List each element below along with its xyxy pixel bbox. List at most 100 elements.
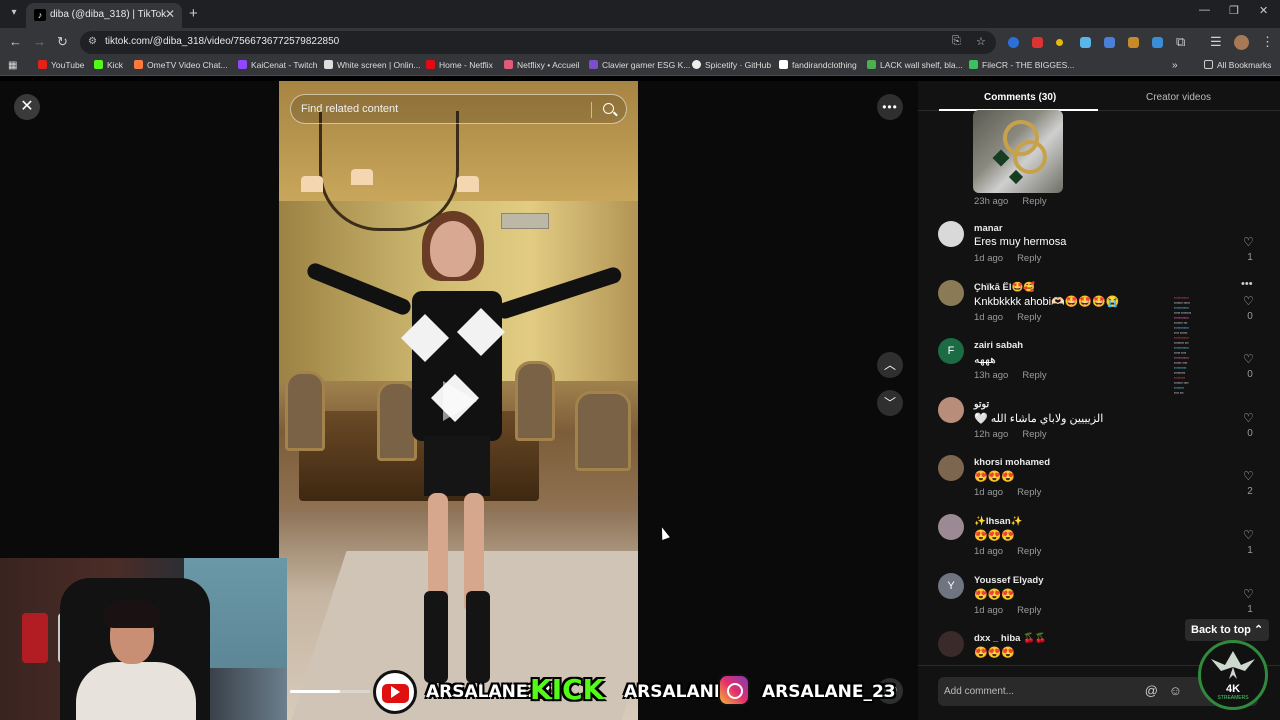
avatar[interactable] (938, 280, 964, 306)
search-icon[interactable] (603, 103, 614, 114)
reply-button[interactable]: Reply (1017, 487, 1041, 498)
bookmark-item[interactable]: FileCR - THE BIGGES... (969, 60, 1074, 70)
window-close-icon[interactable]: ✕ (1259, 4, 1268, 17)
bookmark-item[interactable]: Home - Netflix (426, 60, 493, 70)
bookmark-item[interactable]: OmeTV Video Chat... (134, 60, 228, 70)
all-bookmarks[interactable]: All Bookmarks (1204, 60, 1271, 70)
reply-button[interactable]: Reply (1017, 253, 1041, 264)
mention-icon[interactable]: @ (1145, 683, 1158, 698)
reply-button[interactable]: Reply (1017, 546, 1041, 557)
comment-username[interactable]: توتو (974, 399, 989, 410)
extension-icon[interactable] (1152, 37, 1163, 48)
bookmark-item[interactable]: YouTube (38, 60, 84, 70)
like-heart-icon[interactable]: ♡ (1243, 352, 1254, 366)
comment-username[interactable]: manar (974, 223, 1003, 234)
back-to-top-button[interactable]: Back to top ⌃ (1185, 619, 1269, 641)
find-related-search[interactable]: Find related content (290, 94, 627, 124)
reply-button[interactable]: Reply (1022, 429, 1046, 440)
tab-comments[interactable]: Comments (30) (984, 92, 1056, 103)
address-bar[interactable]: ⚙ tiktok.com/@diba_318/video/75667367725… (80, 31, 996, 54)
previous-video-icon[interactable]: ︿ (877, 352, 903, 378)
profile-avatar[interactable] (1234, 35, 1249, 50)
extension-icon[interactable] (1080, 37, 1091, 48)
avatar[interactable]: Y (938, 573, 964, 599)
install-app-icon[interactable]: ⎘ (952, 35, 961, 48)
bookmark-star-icon[interactable]: ☆ (976, 35, 986, 48)
like-heart-icon[interactable]: ♡ (1243, 528, 1254, 542)
comment-username[interactable]: khorsi mohamed (974, 457, 1050, 468)
comment-more-icon[interactable]: ••• (1241, 278, 1253, 290)
like-heart-icon[interactable]: ♡ (1243, 235, 1254, 249)
apps-grid-icon[interactable]: ▦ (8, 60, 17, 71)
reload-icon[interactable]: ↻ (57, 34, 68, 50)
bookmark-item[interactable]: LACK wall shelf, bla... (867, 60, 963, 70)
tab-close-icon[interactable]: ✕ (165, 7, 175, 21)
bookmarks-bar: ▦ YouTube Kick OmeTV Video Chat... KaiCe… (0, 57, 1280, 76)
avatar[interactable] (938, 514, 964, 540)
avatar[interactable] (938, 397, 964, 423)
comment-image[interactable] (973, 110, 1063, 193)
back-icon[interactable]: ← (9, 34, 22, 49)
more-bookmarks-icon[interactable]: » (1172, 60, 1178, 71)
like-heart-icon[interactable]: ♡ (1243, 587, 1254, 601)
like-heart-icon[interactable]: ♡ (1243, 411, 1254, 425)
bookmark-label: KaiCenat - Twitch (251, 60, 318, 70)
extension-icon[interactable] (1032, 37, 1043, 48)
close-video-icon[interactable]: ✕ (14, 94, 40, 120)
restore-icon[interactable]: ❐ (1229, 4, 1239, 17)
comment-text: 😍😍😍 (974, 589, 1016, 601)
like-heart-icon[interactable]: ♡ (1243, 294, 1254, 308)
extension-icon[interactable] (1008, 37, 1019, 48)
comment-meta: 1d ago Reply (974, 546, 1041, 557)
bookmark-item[interactable]: Kick (94, 60, 123, 70)
bookmark-item[interactable]: Netflixy • Accueil (504, 60, 580, 70)
browser-menu-icon[interactable]: ⋮ (1261, 34, 1274, 50)
add-comment-placeholder[interactable]: Add comment... (944, 686, 1014, 697)
avatar[interactable] (938, 455, 964, 481)
comment-username[interactable]: zairi sabah (974, 340, 1023, 351)
avatar[interactable] (938, 631, 964, 657)
site-info-icon[interactable]: ⚙ (88, 36, 97, 47)
reply-button[interactable]: Reply (1022, 370, 1046, 381)
youtube-icon (38, 60, 47, 69)
tab-creator-videos[interactable]: Creator videos (1146, 92, 1211, 103)
bookmark-item[interactable]: fandirandclothing (779, 60, 857, 70)
reading-list-icon[interactable]: ☰ (1210, 34, 1222, 50)
tab-search-menu-icon[interactable]: ▾ (6, 5, 22, 21)
filecr-icon (969, 60, 978, 69)
next-video-icon[interactable]: ﹀ (877, 390, 903, 416)
bookmark-item[interactable]: KaiCenat - Twitch (238, 60, 317, 70)
forward-icon[interactable]: → (33, 34, 46, 49)
reply-button[interactable]: Reply (1017, 312, 1041, 323)
avatar[interactable] (938, 221, 964, 247)
reply-button[interactable]: Reply (1022, 196, 1046, 207)
comment-time: 12h ago (974, 429, 1009, 440)
video-progress-fill (290, 690, 340, 693)
video-player[interactable] (279, 81, 638, 720)
like-heart-icon[interactable]: ♡ (1243, 469, 1254, 483)
instagram-icon (718, 674, 750, 706)
like-count: 1 (1247, 604, 1253, 615)
reply-button[interactable]: Reply (1017, 605, 1041, 616)
minimize-icon[interactable]: — (1199, 4, 1210, 16)
more-options-icon[interactable]: ••• (877, 94, 903, 120)
comment-username[interactable]: ✨Ihsan✨ (974, 516, 1022, 527)
extension-icon[interactable] (1128, 37, 1139, 48)
play-icon[interactable] (443, 381, 477, 421)
bookmark-item[interactable]: White screen | Onlin... (324, 60, 420, 70)
new-tab-icon[interactable]: + (189, 5, 198, 22)
browser-tab[interactable]: ♪ diba (@diba_318) | TikTok ✕ (26, 3, 182, 28)
extensions-puzzle-icon[interactable]: ⧉ (1176, 34, 1185, 50)
extension-icon[interactable] (1056, 39, 1063, 46)
bookmark-item[interactable]: Clavier gamer ESG K... (589, 60, 690, 70)
url-text[interactable]: tiktok.com/@diba_318/video/7566736772579… (105, 36, 339, 47)
video-progress-bar[interactable] (290, 690, 370, 693)
comment-username[interactable]: Youssef Elyady (974, 575, 1044, 586)
avatar[interactable]: F (938, 338, 964, 364)
extension-icon[interactable] (1104, 37, 1115, 48)
comment-username[interactable]: dxx _ hiba 🍒🍒 (974, 633, 1047, 644)
emoji-icon[interactable]: ☺ (1169, 683, 1182, 698)
bookmark-item[interactable]: Spicetify · GitHub (692, 60, 771, 70)
comment-username[interactable]: Ҫhïkā Ël🤩🥰 (974, 282, 1035, 293)
search-input[interactable]: Find related content (301, 103, 398, 115)
